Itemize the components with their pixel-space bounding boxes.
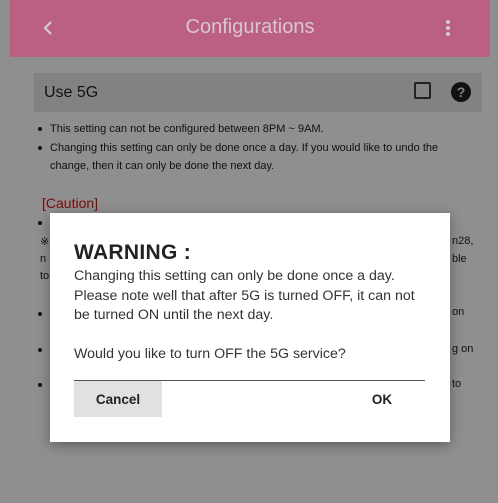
dialog-title: WARNING : (74, 241, 192, 264)
caution-fragment: on (452, 306, 465, 318)
page-title: Configurations (185, 16, 315, 38)
warning-dialog: WARNING : Changing this setting can only… (50, 213, 450, 442)
cancel-button[interactable]: Cancel (74, 381, 162, 417)
caution-fragment: n28, (452, 235, 474, 247)
caution-fragment: to (452, 378, 462, 390)
ok-button[interactable]: OK (350, 381, 414, 417)
notes-list: This setting can not be configured betwe… (36, 120, 476, 176)
caution-heading: [Caution] (42, 195, 99, 211)
use-5g-row: Use 5G ? (34, 73, 482, 112)
help-circle-icon[interactable]: ? (451, 82, 471, 102)
caution-fragment: ※ (40, 236, 50, 248)
dialog-question: Would you like to turn OFF the 5G servic… (74, 345, 346, 362)
more-vert-icon[interactable] (444, 18, 452, 38)
caution-fragment: n (40, 253, 47, 265)
use-5g-checkbox[interactable] (414, 82, 431, 99)
dialog-message: Changing this setting can only be done o… (74, 268, 415, 323)
caution-fragment: to (40, 270, 50, 282)
app-bar: Configurations (10, 0, 490, 57)
caution-bullet (38, 312, 42, 316)
caution-fragment: ble (452, 253, 467, 265)
caution-bullet (38, 348, 42, 352)
caution-bullet (38, 221, 42, 225)
use-5g-label: Use 5G (44, 84, 99, 101)
note-item: Changing this setting can only be done o… (36, 139, 476, 175)
note-item: This setting can not be configured betwe… (36, 120, 476, 138)
caution-bullet (38, 383, 42, 387)
caution-fragment: g on (452, 343, 474, 355)
dialog-body: Changing this setting can only be done o… (74, 267, 424, 364)
configurations-screen: Configurations Use 5G ? This setting can… (0, 0, 498, 503)
